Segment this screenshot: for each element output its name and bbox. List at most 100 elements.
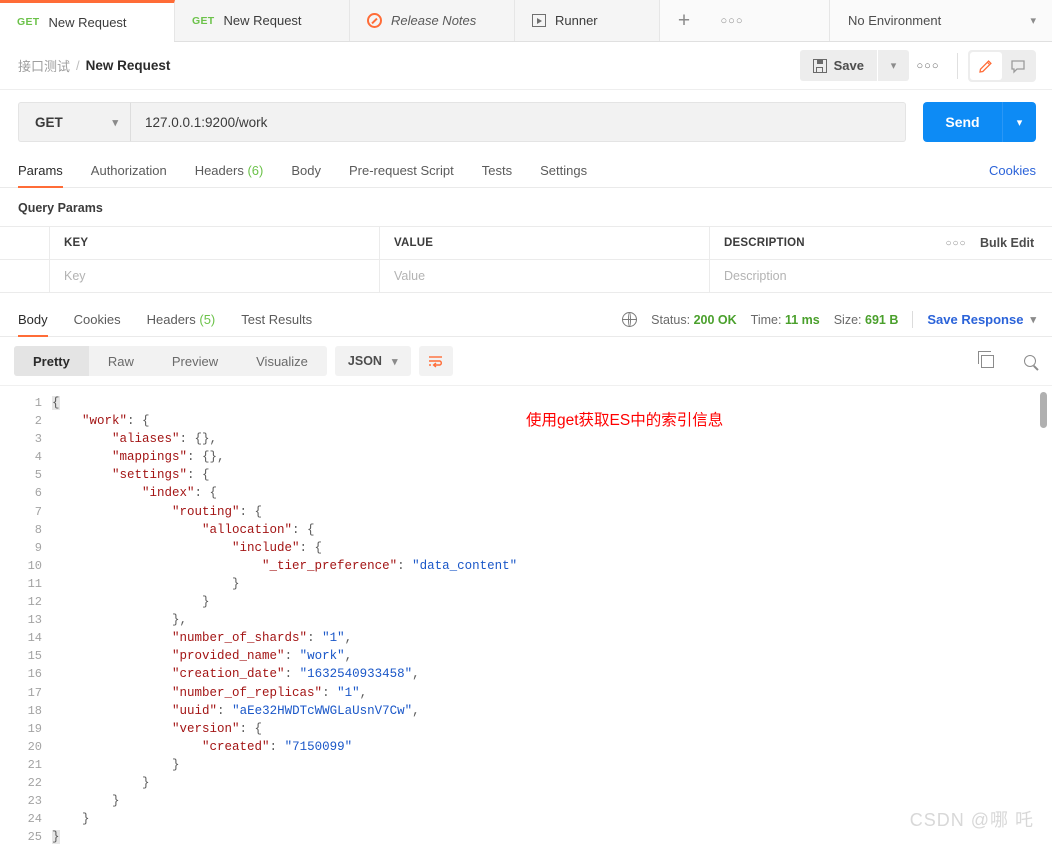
wrap-lines-button[interactable]: [418, 346, 453, 376]
description-placeholder: Description: [724, 269, 787, 283]
tab-label: Authorization: [90, 163, 167, 178]
code-line: {: [52, 396, 60, 410]
time-item: Time: 11 ms: [751, 313, 820, 327]
edit-mode-button[interactable]: [970, 51, 1002, 80]
copy-icon[interactable]: [977, 351, 994, 368]
tab-params[interactable]: Params: [18, 163, 63, 188]
line-number: 12: [27, 595, 42, 610]
view-mode-visualize[interactable]: Visualize: [237, 346, 327, 376]
meta-divider: [912, 311, 914, 328]
time-label: Time:: [750, 312, 782, 327]
response-tab-test-results[interactable]: Test Results: [241, 312, 312, 336]
code-line: "creation_date": "1632540933458",: [172, 667, 420, 682]
view-mode-raw[interactable]: Raw: [89, 346, 153, 376]
cookies-link[interactable]: Cookies: [989, 163, 1036, 187]
line-number: 9: [34, 540, 42, 555]
request-tab-bar: GET New Request GET New Request Release …: [0, 0, 1052, 42]
request-header-bar: 接口测试 / New Request Save ▾ ○○○: [0, 42, 1052, 90]
code-line: "uuid": "aEe32HWDTcWWGLaUsnV7Cw",: [172, 703, 420, 718]
url-input[interactable]: 127.0.0.1:9200/work: [131, 102, 906, 142]
status-item: Status: 200 OK: [651, 313, 737, 327]
params-more-button[interactable]: ○○○: [936, 227, 976, 259]
tab-more-button[interactable]: ○○○: [708, 0, 756, 41]
save-response-button[interactable]: Save Response ▾: [927, 312, 1036, 327]
line-number: 7: [34, 504, 42, 519]
header-icon-group: [968, 49, 1036, 82]
runner-icon: [532, 14, 546, 27]
request-tab-1[interactable]: GET New Request: [0, 0, 175, 42]
new-tab-button[interactable]: +: [660, 0, 708, 41]
code-line: "index": {: [142, 486, 218, 501]
query-params-title: Query Params: [18, 201, 103, 215]
send-dropdown-button[interactable]: ▾: [1002, 102, 1036, 142]
vertical-scrollbar[interactable]: [1040, 392, 1047, 852]
response-tab-headers[interactable]: Headers (5): [147, 312, 216, 336]
response-view-controls: Pretty Raw Preview Visualize JSON ▾: [0, 337, 1052, 385]
request-tab-2[interactable]: GET New Request: [175, 0, 350, 41]
breadcrumb-parent[interactable]: 接口测试: [18, 56, 70, 75]
line-number-gutter: 1 2 3 4 5 6 7 8 9 10 11 12 13 14 15 16 17 18 19 20 21 22 23 24 2…: [0, 386, 52, 856]
view-mode-pretty[interactable]: Pretty: [14, 346, 89, 376]
release-notes-icon: [367, 13, 382, 28]
row-checkbox-cell[interactable]: [0, 260, 50, 292]
response-tab-cookies[interactable]: Cookies: [74, 312, 121, 336]
header-divider: [957, 52, 958, 79]
json-code-block[interactable]: 使用get获取ES中的索引信息 { "work": { "aliases": {…: [52, 386, 1052, 856]
chevron-down-icon: ▾: [1030, 15, 1036, 27]
bulk-edit-button[interactable]: Bulk Edit: [976, 227, 1052, 259]
code-line: }: [112, 794, 120, 809]
code-line: }: [202, 595, 210, 610]
environment-selector[interactable]: No Environment ▾: [830, 0, 1052, 41]
size-value: 691 B: [865, 312, 899, 327]
chevron-down-icon: ▾: [391, 355, 398, 368]
comment-button[interactable]: [1002, 52, 1034, 80]
response-tab-body[interactable]: Body: [18, 312, 48, 337]
code-line: }: [172, 757, 180, 772]
row-description-input[interactable]: Description: [710, 260, 936, 292]
line-number: 10: [27, 558, 42, 573]
line-number: 5: [34, 468, 42, 483]
request-tab-release-notes[interactable]: Release Notes: [350, 0, 515, 41]
row-value-input[interactable]: Value: [380, 260, 710, 292]
search-icon[interactable]: [1024, 355, 1036, 367]
tab-authorization[interactable]: Authorization: [91, 163, 167, 187]
line-number: 16: [27, 667, 42, 682]
tab-label: Params: [18, 163, 63, 178]
code-line: "work": {: [82, 414, 150, 429]
tab-pre-request-script[interactable]: Pre-request Script: [349, 163, 454, 187]
line-number: 20: [27, 739, 42, 754]
line-number: 18: [27, 703, 42, 718]
line-number: 22: [27, 775, 42, 790]
request-tab-runner[interactable]: Runner: [515, 0, 660, 41]
code-line: "number_of_replicas": "1",: [172, 685, 368, 700]
response-body-viewer[interactable]: 1 2 3 4 5 6 7 8 9 10 11 12 13 14 15 16 17 18 19 20 21 22 23 24 2…: [0, 385, 1052, 856]
scrollbar-thumb[interactable]: [1040, 392, 1047, 428]
comment-icon: [1011, 59, 1025, 74]
query-params-table: KEY VALUE DESCRIPTION ○○○ Bulk Edit Key …: [0, 226, 1052, 293]
line-number: 13: [27, 613, 42, 628]
tab-settings[interactable]: Settings: [540, 163, 587, 187]
column-header-key: KEY: [64, 237, 89, 249]
line-number: 14: [27, 631, 42, 646]
send-button[interactable]: Send: [923, 102, 1002, 142]
size-item: Size: 691 B: [834, 313, 899, 327]
chevron-down-icon: ▾: [1016, 116, 1023, 129]
tab-body[interactable]: Body: [291, 163, 321, 187]
tab-tests[interactable]: Tests: [482, 163, 512, 187]
save-button[interactable]: Save: [799, 50, 877, 81]
response-format-select[interactable]: JSON ▾: [334, 346, 411, 376]
view-mode-preview[interactable]: Preview: [153, 346, 237, 376]
row-key-input[interactable]: Key: [50, 260, 380, 292]
value-placeholder: Value: [394, 269, 426, 283]
size-label: Size:: [833, 312, 862, 327]
save-dropdown-button[interactable]: ▾: [878, 50, 909, 81]
header-more-button[interactable]: ○○○: [909, 60, 947, 72]
line-number: 23: [27, 794, 42, 809]
code-line: "allocation": {: [202, 522, 315, 537]
column-header-description: DESCRIPTION: [724, 237, 805, 249]
http-method-select[interactable]: GET ▾: [18, 102, 131, 142]
header-key-cell: KEY: [50, 227, 380, 259]
code-line: },: [172, 613, 188, 628]
tab-headers[interactable]: Headers (6): [195, 163, 264, 187]
status-label: Status:: [651, 312, 691, 327]
